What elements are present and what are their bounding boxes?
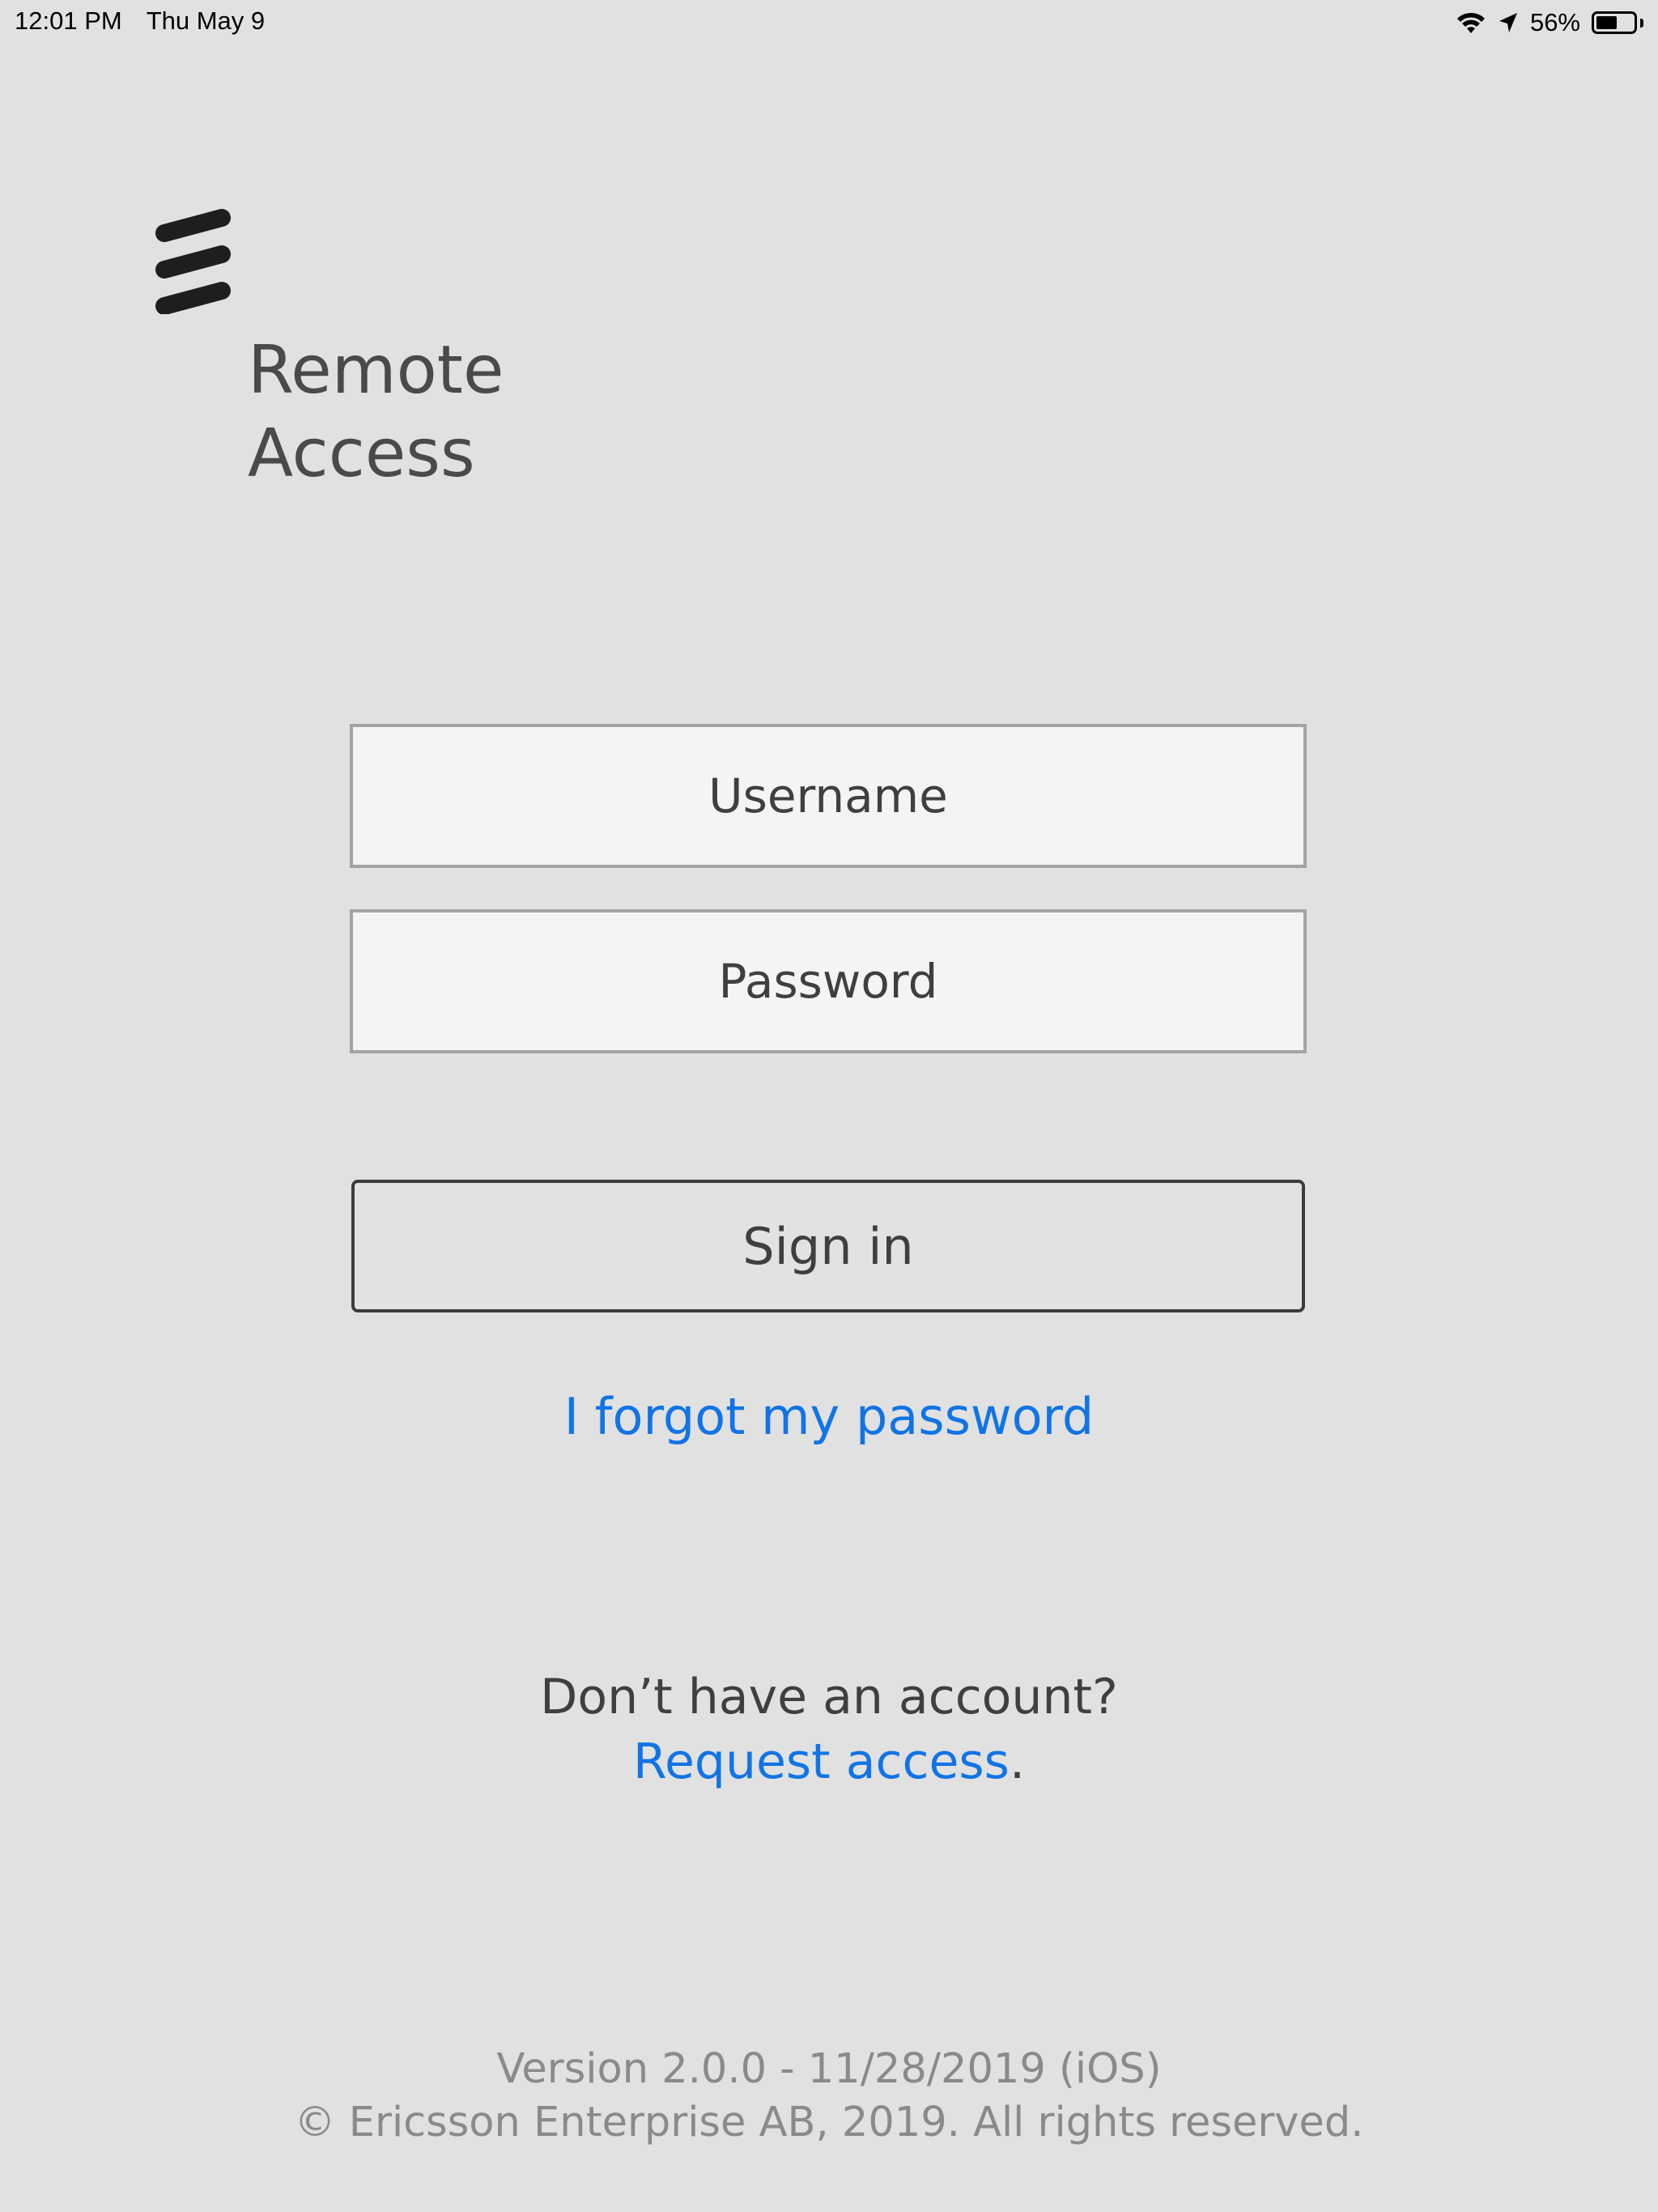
status-time: 12:01 PM — [15, 6, 122, 35]
ericsson-logo-icon — [154, 209, 233, 315]
version-text: Version 2.0.0 - 11/28/2019 (iOS) — [496, 2045, 1162, 2093]
location-arrow-icon — [1498, 11, 1519, 34]
status-time-date: 12:01 PM Thu May 9 — [15, 6, 265, 36]
status-indicators: 56% — [1456, 6, 1643, 39]
forgot-password-link[interactable]: I forgot my password — [0, 1386, 1658, 1448]
battery-level-fill — [1596, 16, 1617, 29]
battery-nub — [1640, 18, 1643, 28]
copyright-text: © Ericsson Enterprise AB, 2019. All righ… — [294, 2099, 1364, 2146]
status-bar: 12:01 PM Thu May 9 56% — [0, 0, 1658, 45]
app-title-line1: Remote — [248, 332, 504, 409]
battery-percent: 56% — [1529, 8, 1580, 36]
request-access-link[interactable]: Request access — [633, 1733, 1010, 1790]
request-access-period: . — [1009, 1733, 1026, 1790]
account-request-section: Don’t have an account? Request access. — [0, 1665, 1658, 1794]
no-account-prompt: Don’t have an account? — [540, 1669, 1118, 1725]
footer: Version 2.0.0 - 11/28/2019 (iOS) © Erics… — [0, 2043, 1658, 2150]
app-title: Remote Access — [248, 329, 504, 496]
status-date: Thu May 9 — [146, 6, 266, 35]
request-access-line: Request access. — [0, 1729, 1658, 1794]
wifi-icon — [1456, 11, 1486, 35]
username-input[interactable] — [350, 724, 1307, 868]
sign-in-button[interactable]: Sign in — [351, 1180, 1305, 1312]
app-title-line2: Access — [248, 415, 475, 492]
password-input[interactable] — [350, 909, 1307, 1053]
battery-icon — [1592, 11, 1637, 34]
